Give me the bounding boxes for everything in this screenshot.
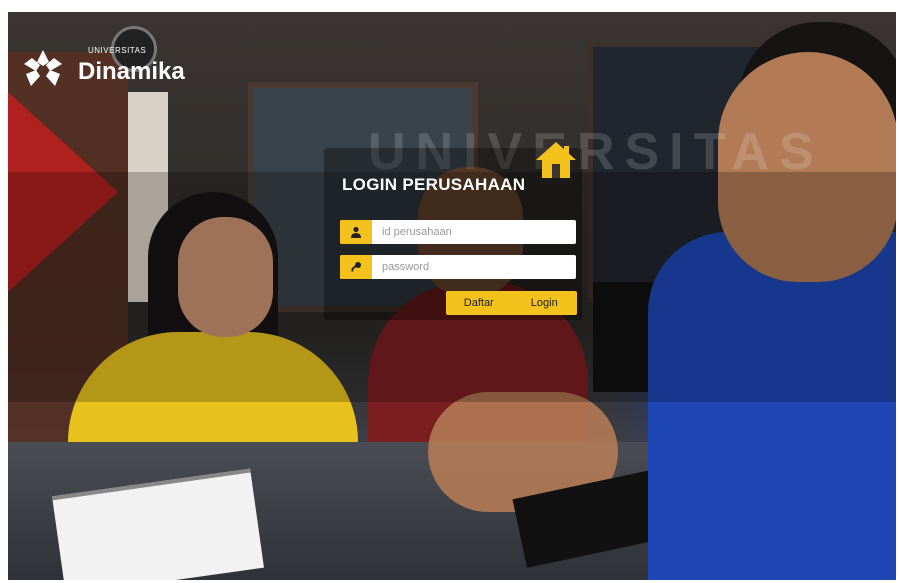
- register-button[interactable]: Daftar: [446, 291, 512, 315]
- password-input[interactable]: [372, 255, 576, 279]
- company-id-input[interactable]: [372, 220, 576, 244]
- university-logo-icon: [24, 50, 62, 86]
- login-button[interactable]: Login: [512, 291, 578, 315]
- key-icon: [340, 255, 372, 279]
- university-label: UNIVERSITAS: [88, 46, 147, 55]
- company-id-field[interactable]: [340, 220, 576, 244]
- password-field[interactable]: [340, 255, 576, 279]
- brand-name: Dinamika: [78, 58, 185, 85]
- login-title: LOGIN PERUSAHAAN: [342, 175, 526, 194]
- action-buttons: Daftar Login: [446, 291, 577, 315]
- home-icon: [536, 142, 576, 178]
- user-icon: [340, 220, 372, 244]
